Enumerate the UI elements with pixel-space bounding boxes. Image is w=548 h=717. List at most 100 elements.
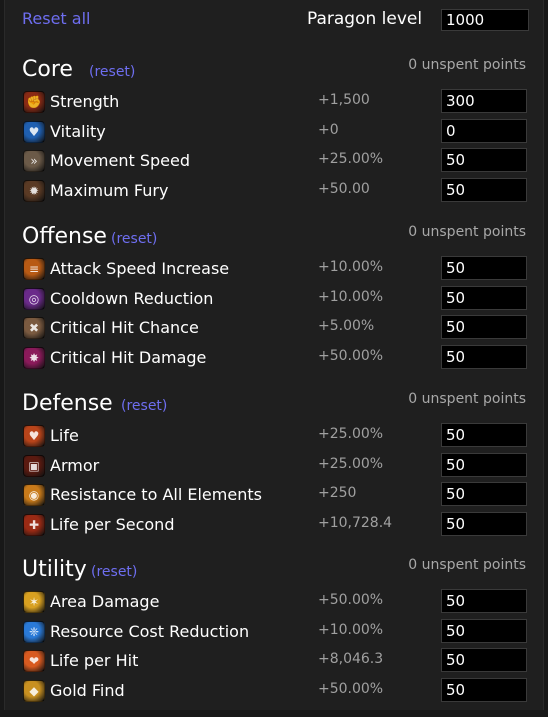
stat-points-input[interactable] (441, 89, 527, 113)
resource-cost-reduction-icon: ❈ (23, 621, 45, 643)
stat-bonus: +1,500 (318, 92, 370, 108)
section-defense: Defense (reset) 0 unspent points ♥ Life +25.0… (4, 391, 544, 551)
stat-points-input[interactable] (441, 119, 527, 143)
stat-points-input[interactable] (441, 148, 527, 172)
section-core: Core (reset) 0 unspent points ✊ Strength +1,5… (4, 57, 544, 217)
critical-hit-chance-icon: ✖ (23, 317, 45, 339)
unspent-points: 0 unspent points (408, 391, 526, 407)
stat-points-input[interactable] (441, 286, 527, 310)
paragon-level-input[interactable] (441, 9, 529, 31)
unspent-points: 0 unspent points (408, 57, 526, 73)
section-reset-link[interactable]: (reset) (91, 564, 137, 580)
stat-row: ▣ Armor +25.00% (4, 453, 544, 479)
unspent-points: 0 unspent points (408, 224, 526, 240)
stat-points-input[interactable] (441, 315, 527, 339)
stat-bonus: +25.00% (318, 151, 384, 167)
stat-label: Life per Hit (50, 651, 139, 670)
stat-label: Critical Hit Damage (50, 348, 207, 367)
section-reset-link[interactable]: (reset) (121, 398, 167, 414)
stat-points-input[interactable] (441, 453, 527, 477)
maximum-fury-icon: ✹ (23, 180, 45, 202)
stat-bonus: +5.00% (318, 318, 375, 334)
stat-label: Maximum Fury (50, 181, 169, 200)
section-title: Offense (22, 224, 107, 249)
stat-row: ❤ Life per Hit +8,046.3 (4, 648, 544, 674)
stat-bonus: +10,728.4 (318, 515, 393, 531)
strength-icon: ✊ (23, 91, 45, 113)
armor-icon: ▣ (23, 455, 45, 477)
stat-label: Life (50, 426, 79, 445)
stat-bonus: +250 (318, 485, 357, 501)
section-reset-link[interactable]: (reset) (111, 231, 157, 247)
stat-label: Life per Second (50, 515, 175, 534)
stat-row: ◉ Resistance to All Elements +250 (4, 482, 544, 508)
stat-row: » Movement Speed +25.00% (4, 148, 544, 174)
stat-points-input[interactable] (441, 512, 527, 536)
stat-row: ≡ Attack Speed Increase +10.00% (4, 256, 544, 282)
stat-bonus: +25.00% (318, 456, 384, 472)
section-offense: Offense (reset) 0 unspent points ≡ Attack Sp… (4, 224, 544, 384)
stat-row: ✖ Critical Hit Chance +5.00% (4, 315, 544, 341)
stat-row: ✸ Critical Hit Damage +50.00% (4, 345, 544, 371)
stat-points-input[interactable] (441, 345, 527, 369)
stat-bonus: +10.00% (318, 289, 384, 305)
resistance-icon: ◉ (23, 484, 45, 506)
stat-label: Critical Hit Chance (50, 318, 199, 337)
paragon-panel: Reset all Paragon level Core (reset) 0 uns… (4, 0, 544, 710)
stat-label: Area Damage (50, 592, 160, 611)
stat-label: Resistance to All Elements (50, 485, 262, 504)
stat-label: Movement Speed (50, 151, 190, 170)
stat-row: ◆ Gold Find +50.00% (4, 678, 544, 704)
stat-bonus: +50.00% (318, 592, 384, 608)
stat-bonus: +10.00% (318, 622, 384, 638)
stat-row: ✊ Strength +1,500 (4, 89, 544, 115)
stat-row: ✹ Maximum Fury +50.00 (4, 178, 544, 204)
stat-points-input[interactable] (441, 423, 527, 447)
stat-row: ❈ Resource Cost Reduction +10.00% (4, 619, 544, 645)
section-title: Utility (22, 557, 87, 582)
stat-points-input[interactable] (441, 178, 527, 202)
stat-label: Attack Speed Increase (50, 259, 230, 278)
stat-label: Cooldown Reduction (50, 289, 214, 308)
reset-all-link[interactable]: Reset all (22, 9, 90, 28)
unspent-points: 0 unspent points (408, 557, 526, 573)
critical-hit-damage-icon: ✸ (23, 347, 45, 369)
stat-label: Strength (50, 92, 120, 111)
stat-bonus: +50.00% (318, 681, 384, 697)
stat-points-input[interactable] (441, 256, 527, 280)
stat-row: ◎ Cooldown Reduction +10.00% (4, 286, 544, 312)
stat-points-input[interactable] (441, 589, 527, 613)
stat-row: ♥ Life +25.00% (4, 423, 544, 449)
stat-row: ✶ Area Damage +50.00% (4, 589, 544, 615)
movement-speed-icon: » (23, 150, 45, 172)
stat-bonus: +25.00% (318, 426, 384, 442)
stat-points-input[interactable] (441, 648, 527, 672)
cooldown-reduction-icon: ◎ (23, 288, 45, 310)
life-per-hit-icon: ❤ (23, 650, 45, 672)
section-title: Defense (22, 391, 113, 416)
life-per-second-icon: ✚ (23, 514, 45, 536)
stat-points-input[interactable] (441, 678, 527, 702)
stat-bonus: +0 (318, 122, 339, 138)
stat-points-input[interactable] (441, 482, 527, 506)
stat-label: Armor (50, 456, 100, 475)
stat-row: ✚ Life per Second +10,728.4 (4, 512, 544, 538)
vitality-icon: ♥ (23, 121, 45, 143)
section-title: Core (22, 57, 73, 82)
stat-bonus: +50.00 (318, 181, 370, 197)
paragon-level-label: Paragon level (307, 9, 423, 29)
stat-bonus: +50.00% (318, 348, 384, 364)
stat-label: Vitality (50, 122, 106, 141)
area-damage-icon: ✶ (23, 591, 45, 613)
stat-label: Resource Cost Reduction (50, 622, 250, 641)
life-icon: ♥ (23, 425, 45, 447)
attack-speed-icon: ≡ (23, 258, 45, 280)
stat-row: ♥ Vitality +0 (4, 119, 544, 145)
gold-find-icon: ◆ (23, 680, 45, 702)
stat-label: Gold Find (50, 681, 125, 700)
stat-points-input[interactable] (441, 619, 527, 643)
top-bar: Reset all Paragon level (4, 0, 544, 40)
section-reset-link[interactable]: (reset) (89, 64, 135, 80)
stat-bonus: +8,046.3 (318, 651, 384, 667)
section-utility: Utility (reset) 0 unspent points ✶ Area Dama… (4, 557, 544, 717)
